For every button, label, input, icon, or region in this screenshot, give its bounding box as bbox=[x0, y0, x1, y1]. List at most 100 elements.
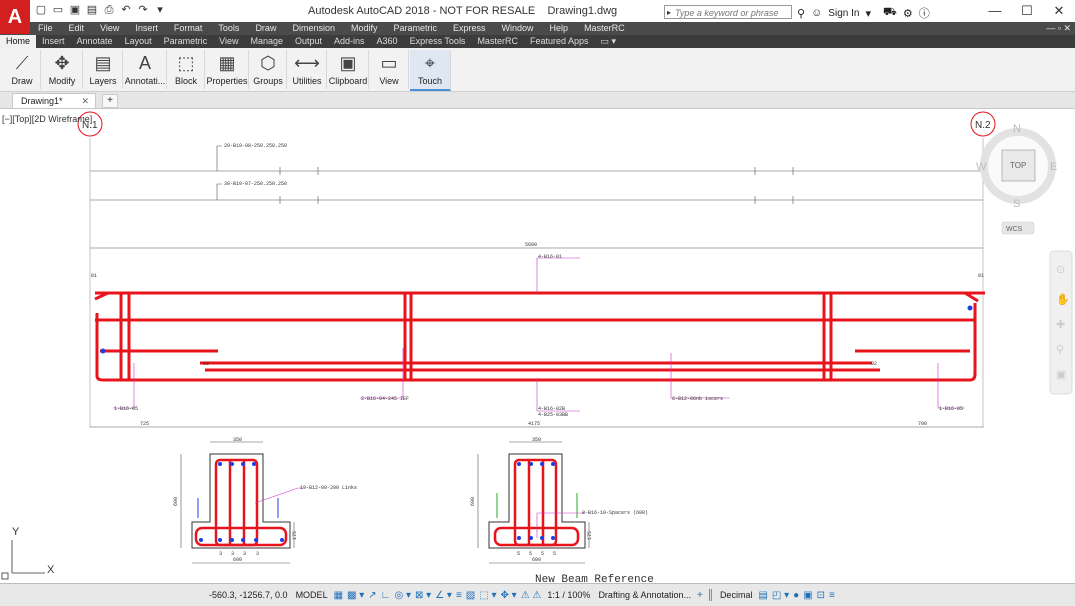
annotation-visibility-icon[interactable]: ⚠ ⚠ bbox=[521, 590, 542, 601]
menu-dimension[interactable]: Dimension bbox=[284, 22, 343, 35]
hardware-accel-icon[interactable]: ▣ bbox=[803, 590, 812, 601]
viewcube-west[interactable]: W bbox=[976, 161, 987, 173]
minimize-icon[interactable]: — bbox=[979, 0, 1011, 22]
ribbon-minimize-icon[interactable]: ▭ ▾ bbox=[595, 35, 623, 48]
menu-draw[interactable]: Draw bbox=[247, 22, 284, 35]
menu-format[interactable]: Format bbox=[166, 22, 211, 35]
model-space-toggle[interactable]: MODEL bbox=[296, 590, 328, 600]
ribbon-tab-insert[interactable]: Insert bbox=[36, 35, 71, 48]
ribbon-button-layers[interactable]: ▤ Layers bbox=[84, 50, 123, 89]
menu-file[interactable]: File bbox=[30, 22, 61, 35]
viewcube[interactable]: TOP N S E W WCS bbox=[976, 123, 1057, 235]
workspace-switch[interactable]: Drafting & Annotation... bbox=[598, 590, 691, 600]
isolate-icon[interactable]: ● bbox=[793, 590, 799, 601]
ribbon-button-clipboard[interactable]: ▣ Clipboard bbox=[328, 50, 369, 89]
menu-parametric[interactable]: Parametric bbox=[386, 22, 446, 35]
grid-icon[interactable]: ▦ bbox=[334, 590, 343, 601]
ortho-icon[interactable]: ∟ bbox=[381, 590, 391, 601]
close-icon[interactable]: ✕ bbox=[1043, 0, 1075, 22]
plot-icon[interactable]: ⎙ bbox=[102, 3, 116, 17]
lineweight-icon[interactable]: ≡ bbox=[456, 590, 462, 601]
gizmo-icon[interactable]: ✥ ▾ bbox=[501, 590, 517, 601]
ribbon-tab-featured-apps[interactable]: Featured Apps bbox=[524, 35, 595, 48]
plus-icon[interactable]: + bbox=[697, 590, 703, 601]
viewport-label[interactable]: [−][Top][2D Wireframe] bbox=[2, 114, 92, 124]
drawing-canvas[interactable]: N.1 N.2 20-B10-08-250.250.250 30-B10-07-… bbox=[0, 108, 1075, 583]
ribbon-tab-home[interactable]: Home bbox=[0, 35, 37, 48]
lock-ui-icon[interactable]: ◰ ▾ bbox=[772, 590, 789, 601]
units-selector[interactable]: Decimal bbox=[720, 590, 753, 600]
open-icon[interactable]: ▭ bbox=[51, 3, 65, 17]
annotation-scale[interactable]: 1:1 / 100% bbox=[547, 590, 590, 600]
infer-icon[interactable]: ↗ bbox=[368, 590, 376, 601]
redo-icon[interactable]: ↷ bbox=[136, 3, 150, 17]
ribbon-button-groups[interactable]: ⬡ Groups bbox=[250, 50, 287, 89]
ribbon-tab-parametric[interactable]: Parametric bbox=[158, 35, 214, 48]
qat-dropdown-icon[interactable]: ▾ bbox=[153, 3, 167, 17]
menu-window[interactable]: Window bbox=[494, 22, 542, 35]
undo-icon[interactable]: ↶ bbox=[119, 3, 133, 17]
menu-masterrc[interactable]: MasterRC bbox=[576, 22, 633, 35]
transparency-icon[interactable]: ▧ bbox=[466, 590, 475, 601]
ribbon-button-block[interactable]: ⬚ Block bbox=[168, 50, 205, 89]
viewcube-south[interactable]: S bbox=[1013, 198, 1020, 210]
binoculars-icon[interactable]: ⚲ bbox=[797, 7, 805, 20]
viewcube-north[interactable]: N bbox=[1013, 123, 1021, 135]
menu-insert[interactable]: Insert bbox=[127, 22, 166, 35]
ribbon-button-modify[interactable]: ✥ Modify bbox=[42, 50, 83, 89]
ribbon-tab-output[interactable]: Output bbox=[289, 35, 328, 48]
selection-cycling-icon[interactable]: ⬚ ▾ bbox=[479, 590, 496, 601]
ribbon-button-draw[interactable]: ⟋ Draw bbox=[4, 50, 41, 89]
menu-help[interactable]: Help bbox=[542, 22, 577, 35]
document-tabs: Drawing1* ✕ + bbox=[0, 92, 1075, 109]
exchange-icon[interactable]: ⚙ bbox=[903, 7, 913, 20]
help-icon[interactable]: ⓘ bbox=[919, 5, 930, 21]
save-as-icon[interactable]: ▤ bbox=[85, 3, 99, 17]
autocad-logo[interactable]: A bbox=[0, 0, 30, 34]
otrack-icon[interactable]: ∠ ▾ bbox=[435, 590, 452, 601]
sign-in-button[interactable]: Sign In bbox=[828, 8, 859, 19]
user-icon[interactable]: ☺ bbox=[811, 7, 822, 19]
close-tab-icon[interactable]: ✕ bbox=[81, 94, 89, 109]
viewcube-east[interactable]: E bbox=[1050, 161, 1057, 173]
ribbon-button-annotation[interactable]: A Annotati... bbox=[124, 50, 167, 89]
ribbon-tab-add-ins[interactable]: Add-ins bbox=[328, 35, 371, 48]
menu-view[interactable]: View bbox=[92, 22, 127, 35]
bar-label-top: 20-B10-08-250.250.250 bbox=[224, 143, 287, 149]
customization-icon[interactable]: ≡ bbox=[829, 590, 835, 601]
osnap-icon[interactable]: ⊠ ▾ bbox=[415, 590, 431, 601]
menu-express[interactable]: Express bbox=[445, 22, 494, 35]
ribbon-button-view[interactable]: ▭ View bbox=[370, 50, 409, 89]
ribbon-tab-manage[interactable]: Manage bbox=[244, 35, 289, 48]
ribbon-tab-view[interactable]: View bbox=[213, 35, 244, 48]
menu-tools[interactable]: Tools bbox=[210, 22, 247, 35]
save-icon[interactable]: ▣ bbox=[68, 3, 82, 17]
snap-icon[interactable]: ▩ ▾ bbox=[347, 590, 364, 601]
cart-icon[interactable]: ⛟ bbox=[883, 6, 897, 20]
navigation-bar[interactable]: ⊙ ✋ ✚ ⚲ ▣ bbox=[1049, 250, 1073, 395]
doc-window-controls[interactable]: — ▫ ✕ bbox=[1046, 22, 1071, 35]
viewcube-top[interactable]: TOP bbox=[1010, 161, 1026, 170]
ribbon-button-utilities[interactable]: ⟷ Utilities bbox=[288, 50, 327, 89]
menu-edit[interactable]: Edit bbox=[61, 22, 93, 35]
ribbon-tab-masterrc[interactable]: MasterRC bbox=[471, 35, 524, 48]
annotation-monitor-icon[interactable]: ║ bbox=[707, 590, 714, 601]
wcs-dropdown[interactable]: WCS bbox=[1006, 226, 1023, 233]
signin-dropdown-icon[interactable]: ▾ bbox=[865, 7, 871, 20]
ribbon-button-touch[interactable]: ⌖ Touch bbox=[410, 50, 451, 91]
polar-icon[interactable]: ◎ ▾ bbox=[394, 590, 411, 601]
ribbon-tab-annotate[interactable]: Annotate bbox=[71, 35, 119, 48]
search-input[interactable]: ▸ Type a keyword or phrase bbox=[664, 5, 792, 19]
menu-modify[interactable]: Modify bbox=[343, 22, 386, 35]
doc-tab-drawing1[interactable]: Drawing1* ✕ bbox=[12, 93, 96, 108]
ribbon-tab-express-tools[interactable]: Express Tools bbox=[404, 35, 472, 48]
coordinates-readout[interactable]: -560.3, -1256.7, 0.0 bbox=[209, 590, 288, 600]
ribbon-tab-layout[interactable]: Layout bbox=[119, 35, 158, 48]
new-icon[interactable]: ▢ bbox=[34, 3, 48, 17]
quick-properties-icon[interactable]: ▤ bbox=[758, 590, 767, 601]
ribbon-button-properties[interactable]: ▦ Properties bbox=[206, 50, 249, 89]
clean-screen-icon[interactable]: ⊡ bbox=[817, 590, 825, 601]
new-tab-button[interactable]: + bbox=[102, 94, 118, 108]
ribbon-tab-a360[interactable]: A360 bbox=[371, 35, 404, 48]
maximize-icon[interactable]: ☐ bbox=[1011, 0, 1043, 22]
